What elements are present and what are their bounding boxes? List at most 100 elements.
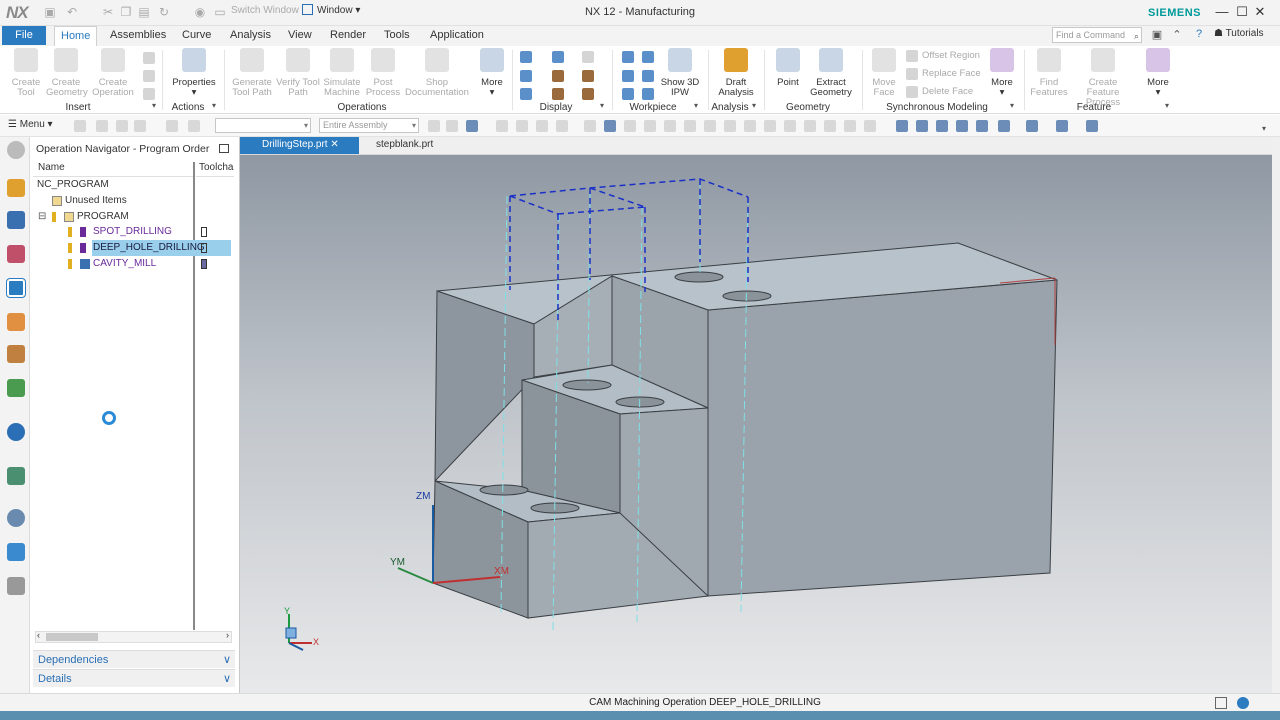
show-3d-ipw-button[interactable]: Show 3D IPW [660,48,700,98]
view-icon-9[interactable] [1086,120,1098,132]
extract-geometry-button[interactable]: Extract Geometry [806,48,856,98]
scroll-right-icon[interactable]: › [226,630,229,640]
display-icon-5[interactable] [552,70,564,82]
find-features-button[interactable]: Find Features [1030,48,1068,98]
view-icon-6[interactable] [998,120,1010,132]
more-operations-button[interactable]: More ▾ [476,48,508,98]
delete-face-icon[interactable] [906,86,918,98]
operation-navigator-icon[interactable] [7,279,25,297]
help-icon[interactable]: ? [1192,28,1206,40]
snap-icon-3[interactable] [116,120,128,132]
ribbon-options-icon[interactable]: ▣ [1150,28,1164,41]
create-feature-process-button[interactable]: Create Feature Process [1072,48,1134,108]
filter-icon-17[interactable] [764,120,776,132]
tab-home[interactable]: Home [54,26,98,46]
filter-icon-9[interactable] [604,120,616,132]
filter-icon-12[interactable] [664,120,676,132]
filter-icon-20[interactable] [824,120,836,132]
filter-icon-4[interactable] [496,120,508,132]
view-icon-7[interactable] [1026,120,1038,132]
filter-icon-2[interactable] [446,120,458,132]
selection-scope-select[interactable]: Entire Assembly ▾ [319,118,419,133]
generate-tool-path-button[interactable]: Generate Tool Path [228,48,276,98]
machine-tool-navigator-icon[interactable] [7,313,25,331]
workpiece-icon-5[interactable] [622,88,634,100]
properties-button[interactable]: Properties ▾ [168,48,220,98]
navigator-status-icon[interactable] [1237,697,1249,709]
actions-group-arrow[interactable]: ▾ [212,101,216,110]
draft-analysis-button[interactable]: Draft Analysis [712,48,760,98]
filter-icon-5[interactable] [516,120,528,132]
tab-view[interactable]: View [282,26,318,46]
operation-row[interactable]: CAVITY_MILL [30,256,230,272]
operation-row-selected[interactable]: DEEP_HOLE_DRILLING [30,240,230,256]
toolbar-overflow-arrow[interactable]: ▾ [1262,124,1266,133]
delete-face-button[interactable]: Delete Face [922,86,973,97]
assembly-navigator-icon[interactable] [7,211,25,229]
tab-tools[interactable]: Tools [378,26,416,46]
simulate-machine-button[interactable]: Simulate Machine [320,48,364,98]
tab-analysis[interactable]: Analysis [224,26,277,46]
create-geometry-button[interactable]: Create Geometry [46,48,88,98]
point-button[interactable]: Point [772,48,804,88]
filter-icon-19[interactable] [804,120,816,132]
view-icon-2[interactable] [916,120,928,132]
filter-icon-11[interactable] [644,120,656,132]
fullscreen-icon[interactable] [1215,697,1227,709]
view-icon-4[interactable] [956,120,968,132]
menu-button[interactable]: ☰ Menu ▾ [8,119,53,130]
column-header-name[interactable]: Name [33,162,193,177]
create-operation-button[interactable]: Create Operation [90,48,136,98]
insert-small-icon-2[interactable] [143,70,155,82]
collapse-ribbon-icon[interactable]: ⌃ [1170,28,1184,41]
tutorials-button[interactable]: ☗ Tutorials [1214,28,1264,39]
snap-icon-4[interactable] [134,120,146,132]
close-icon[interactable]: ✕ [330,139,338,150]
move-face-button[interactable]: Move Face [868,48,900,98]
workpiece-icon-3[interactable] [622,70,634,82]
web-browser-icon[interactable] [7,467,25,485]
process-studio-icon[interactable] [7,543,25,561]
graphics-window[interactable]: ZM YM XM Y X [240,155,1272,693]
filter-icon-21[interactable] [844,120,856,132]
more-sync-button[interactable]: More ▾ [986,48,1018,98]
scroll-left-icon[interactable]: ‹ [37,630,40,640]
tab-assemblies[interactable]: Assemblies [104,26,172,46]
display-icon-3[interactable] [582,51,594,63]
tab-application[interactable]: Application [424,26,490,46]
workpiece-group-arrow[interactable]: ▾ [694,101,698,110]
tab-curve[interactable]: Curve [176,26,217,46]
minimize-button[interactable]: — [1214,4,1230,19]
post-process-button[interactable]: Post Process [364,48,402,98]
snap-icon-1[interactable] [74,120,86,132]
display-icon-2[interactable] [552,51,564,63]
filter-icon-8[interactable] [584,120,596,132]
filter-icon-3[interactable] [466,120,478,132]
maximize-panel-icon[interactable] [219,144,229,153]
display-icon-1[interactable] [520,51,532,63]
filter-icon-18[interactable] [784,120,796,132]
verify-tool-path-button[interactable]: Verify Tool Path [276,48,320,98]
filter-icon-16[interactable] [744,120,756,132]
column-header-toolchange[interactable]: Toolcha [196,162,234,177]
shop-documentation-button[interactable]: Shop Documentation [404,48,470,98]
file-tab-other[interactable]: stepblank.prt [354,137,453,154]
insert-group-arrow[interactable]: ▾ [152,101,156,110]
more-feature-button[interactable]: More ▾ [1142,48,1174,98]
insert-small-icon-1[interactable] [143,52,155,64]
operation-row[interactable]: SPOT_DRILLING [30,224,230,240]
view-icon-3[interactable] [936,120,948,132]
hd3d-tools-icon[interactable] [7,423,25,441]
view-icon-1[interactable] [896,120,908,132]
analysis-group-arrow[interactable]: ▾ [752,101,756,110]
view-icon-5[interactable] [976,120,988,132]
view-icon-8[interactable] [1056,120,1068,132]
insert-small-icon-3[interactable] [143,88,155,100]
file-tab[interactable]: File [2,26,46,45]
reuse-library-icon[interactable] [7,379,25,397]
filter-icon-7[interactable] [556,120,568,132]
display-icon-8[interactable] [552,88,564,100]
collapse-icon[interactable]: ⊟ [38,209,46,225]
constraint-navigator-icon[interactable] [7,245,25,263]
display-group-arrow[interactable]: ▾ [600,101,604,110]
